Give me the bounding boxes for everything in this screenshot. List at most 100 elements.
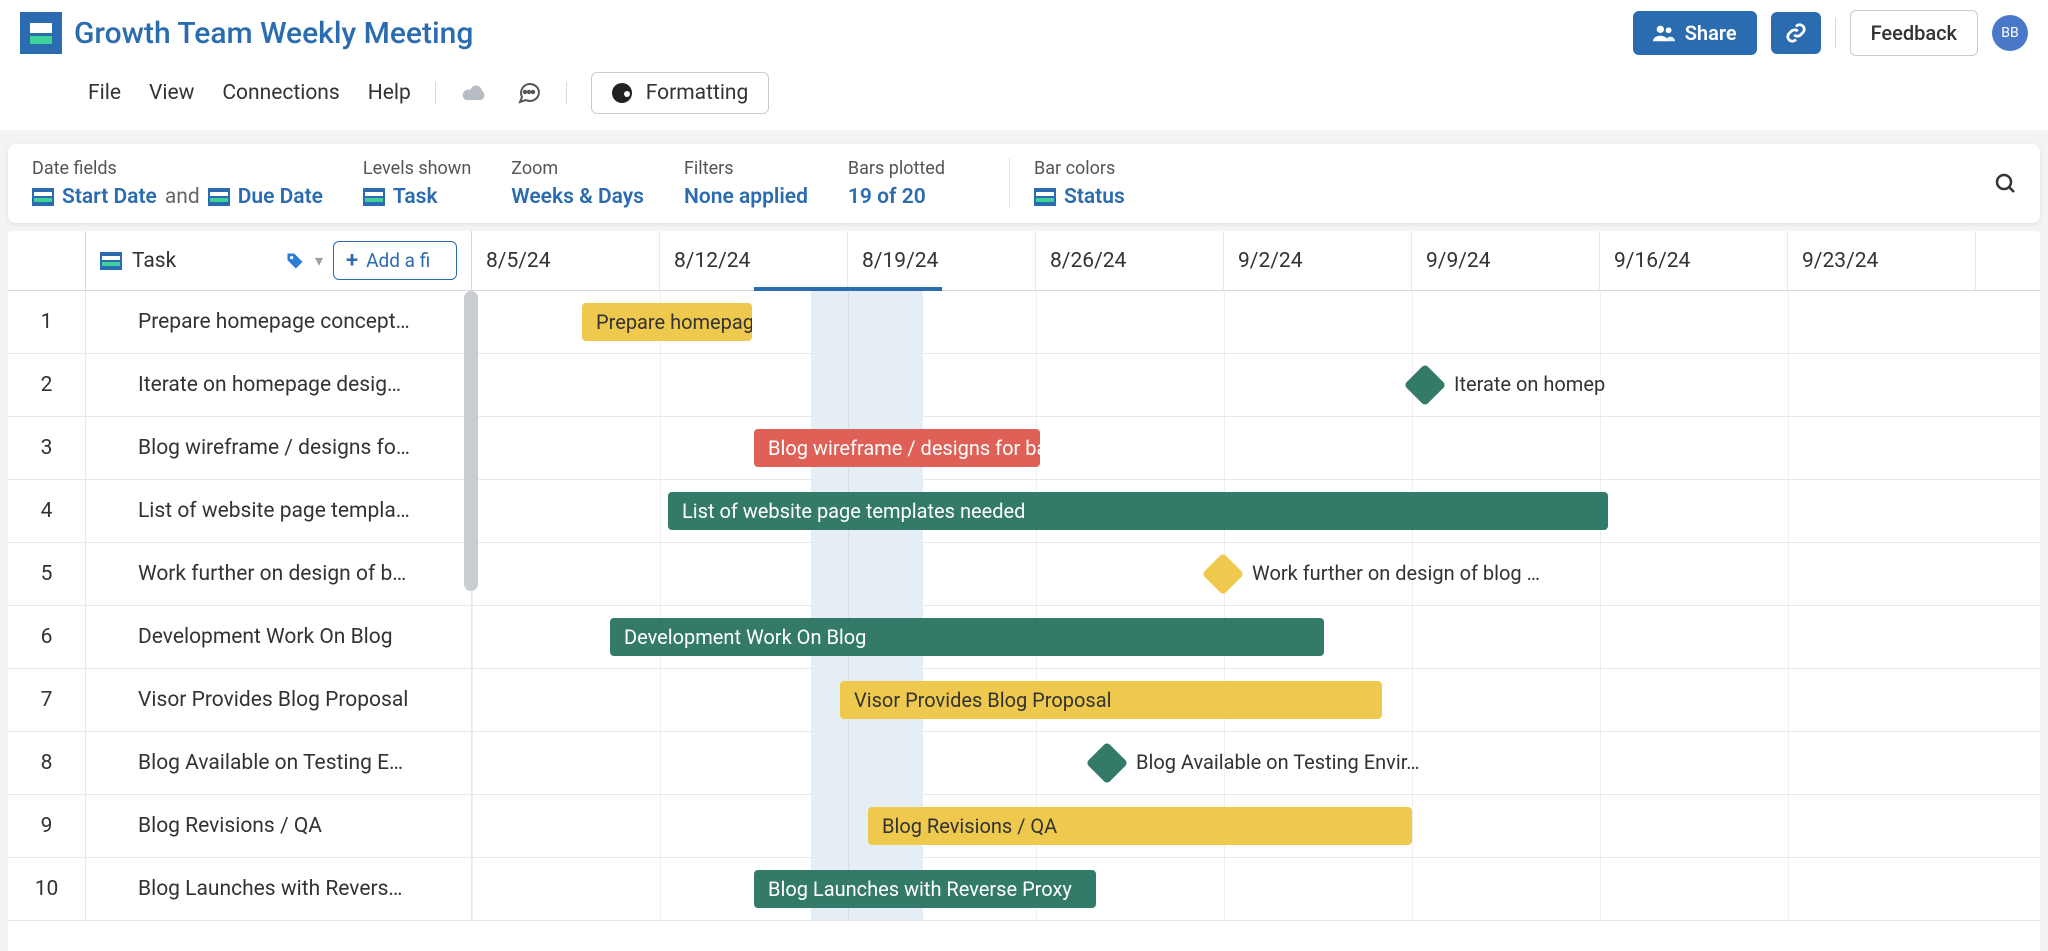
feedback-button[interactable]: Feedback <box>1850 10 1978 56</box>
header-actions: Share Feedback BB <box>1633 10 2028 56</box>
task-name-cell[interactable]: Development Work On Blog <box>86 606 472 668</box>
config-zoom[interactable]: Zoom Weeks & Days <box>511 158 684 209</box>
timeline-date[interactable]: 8/5/24 <box>472 231 660 290</box>
gantt-bar[interactable]: Blog Revisions / QA <box>868 807 1412 845</box>
row-number: 5 <box>8 543 86 605</box>
table-row[interactable]: 4List of website page templa…List of web… <box>8 480 2040 543</box>
comments-icon[interactable] <box>516 81 542 105</box>
timeline-cell[interactable]: Work further on design of blog … <box>472 543 2040 605</box>
divider <box>1835 18 1836 48</box>
divider <box>566 82 567 104</box>
timeline-date[interactable]: 9/9/24 <box>1412 231 1600 290</box>
task-name-cell[interactable]: Iterate on homepage desig… <box>86 354 472 416</box>
gantt-milestone[interactable] <box>1086 742 1128 784</box>
config-bar-colors[interactable]: Bar colors Status <box>1034 158 1165 209</box>
task-name-cell[interactable]: Blog wireframe / designs fo… <box>86 417 472 479</box>
row-number: 10 <box>8 858 86 920</box>
config-levels[interactable]: Levels shown Task <box>363 158 511 209</box>
timeline-header[interactable]: 8/5/248/12/248/19/248/26/249/2/249/9/249… <box>472 231 2040 290</box>
timeline-date[interactable]: 8/12/24 <box>660 231 848 290</box>
field-icon <box>208 188 230 206</box>
timeline-cell[interactable]: List of website page templates needed <box>472 480 2040 542</box>
table-row[interactable]: 2Iterate on homepage desig… Iterate on ho… <box>8 354 2040 417</box>
config-date-fields[interactable]: Date fields Start Date and Due Date <box>32 158 363 209</box>
timeline-date[interactable]: 9/23/24 <box>1788 231 1976 290</box>
plus-icon: + <box>346 248 358 273</box>
timeline-cell[interactable]: Prepare homepag… <box>472 291 2040 353</box>
people-icon <box>1653 24 1675 42</box>
gantt-milestone[interactable] <box>1404 364 1446 406</box>
gantt-milestone[interactable] <box>1202 553 1244 595</box>
row-number: 7 <box>8 669 86 731</box>
timeline-date[interactable]: 8/19/24 <box>848 231 1036 290</box>
row-number: 6 <box>8 606 86 668</box>
document-title[interactable]: Growth Team Weekly Meeting <box>74 16 473 51</box>
milestone-label: Iterate on homep <box>1454 372 1605 396</box>
task-name-cell[interactable]: Visor Provides Blog Proposal <box>86 669 472 731</box>
gantt-bar[interactable]: List of website page templates needed <box>668 492 1608 530</box>
task-name-cell[interactable]: Blog Available on Testing E… <box>86 732 472 794</box>
menu-file[interactable]: File <box>88 81 121 105</box>
timeline-cell[interactable]: Iterate on homep <box>472 354 2040 416</box>
gantt-bar[interactable]: Blog wireframe / designs for based… <box>754 429 1040 467</box>
config-bars-plotted[interactable]: Bars plotted 19 of 20 <box>848 158 985 209</box>
timeline-cell[interactable]: Blog Revisions / QA <box>472 795 2040 857</box>
cloud-sync-icon[interactable] <box>460 82 488 104</box>
task-name-cell[interactable]: Work further on design of b… <box>86 543 472 605</box>
add-field-button[interactable]: + Add a fi <box>333 241 457 280</box>
timeline-date[interactable]: 9/16/24 <box>1600 231 1788 290</box>
task-name-cell[interactable]: Prepare homepage concept… <box>86 291 472 353</box>
timeline-cell[interactable]: Blog Launches with Reverse Proxy <box>472 858 2040 920</box>
row-number: 2 <box>8 354 86 416</box>
table-row[interactable]: 9Blog Revisions / QABlog Revisions / QA <box>8 795 2040 858</box>
search-icon[interactable] <box>1994 172 2018 196</box>
menu-view[interactable]: View <box>149 81 194 105</box>
table-row[interactable]: 6Development Work On BlogDevelopment Wor… <box>8 606 2040 669</box>
chevron-down-icon[interactable]: ▾ <box>315 251 323 270</box>
timeline-cell[interactable]: Development Work On Blog <box>472 606 2040 668</box>
gantt-bar[interactable]: Blog Launches with Reverse Proxy <box>754 870 1096 908</box>
gantt-bar[interactable]: Visor Provides Blog Proposal <box>840 681 1382 719</box>
divider <box>435 82 436 104</box>
row-number: 3 <box>8 417 86 479</box>
menu-connections[interactable]: Connections <box>222 81 339 105</box>
timeline-cell[interactable]: Blog Available on Testing Envir… <box>472 732 2040 794</box>
field-icon <box>100 252 122 270</box>
gantt-chart: Task ▾ + Add a fi 8/5/248/12/248/19/248/… <box>8 231 2040 951</box>
menu-help[interactable]: Help <box>368 81 411 105</box>
table-row[interactable]: 1Prepare homepage concept… Prepare homepa… <box>8 291 2040 354</box>
task-name-cell[interactable]: Blog Revisions / QA <box>86 795 472 857</box>
task-name-cell[interactable]: Blog Launches with Revers… <box>86 858 472 920</box>
gantt-bar[interactable]: Development Work On Blog <box>610 618 1324 656</box>
column-headers: Task ▾ + Add a fi 8/5/248/12/248/19/248/… <box>8 231 2040 291</box>
field-icon <box>1034 188 1056 206</box>
row-number: 1 <box>8 291 86 353</box>
gantt-body: 1Prepare homepage concept… Prepare homepa… <box>8 291 2040 921</box>
task-name-cell[interactable]: List of website page templa… <box>86 480 472 542</box>
timeline-date[interactable]: 8/26/24 <box>1036 231 1224 290</box>
copy-link-button[interactable] <box>1771 12 1821 54</box>
row-number: 8 <box>8 732 86 794</box>
gantt-bar[interactable]: Prepare homepag… <box>582 303 752 341</box>
tag-icon[interactable] <box>285 251 305 271</box>
table-row[interactable]: 3Blog wireframe / designs fo… Blog wirefr… <box>8 417 2040 480</box>
user-avatar[interactable]: BB <box>1992 15 2028 51</box>
timeline-date[interactable]: 9/2/24 <box>1224 231 1412 290</box>
gantt-config-bar: Date fields Start Date and Due Date Leve… <box>8 144 2040 223</box>
row-number-header <box>8 231 86 290</box>
milestone-label: Blog Available on Testing Envir… <box>1136 750 1420 774</box>
app-logo-icon[interactable] <box>20 12 62 54</box>
table-row[interactable]: 5Work further on design of b…Work furthe… <box>8 543 2040 606</box>
config-filters[interactable]: Filters None applied <box>684 158 848 209</box>
timeline-cell[interactable]: Visor Provides Blog Proposal <box>472 669 2040 731</box>
divider <box>1009 158 1010 209</box>
table-row[interactable]: 10Blog Launches with Revers… Blog Launche… <box>8 858 2040 921</box>
table-row[interactable]: 7Visor Provides Blog ProposalVisor Provi… <box>8 669 2040 732</box>
task-list-scrollbar[interactable] <box>464 291 480 631</box>
formatting-button[interactable]: Formatting <box>591 72 770 114</box>
field-icon <box>32 188 54 206</box>
share-button[interactable]: Share <box>1633 11 1757 55</box>
timeline-cell[interactable]: Blog wireframe / designs for based… <box>472 417 2040 479</box>
task-column-header[interactable]: Task ▾ + Add a fi <box>86 231 472 290</box>
table-row[interactable]: 8Blog Available on Testing E… Blog Availa… <box>8 732 2040 795</box>
